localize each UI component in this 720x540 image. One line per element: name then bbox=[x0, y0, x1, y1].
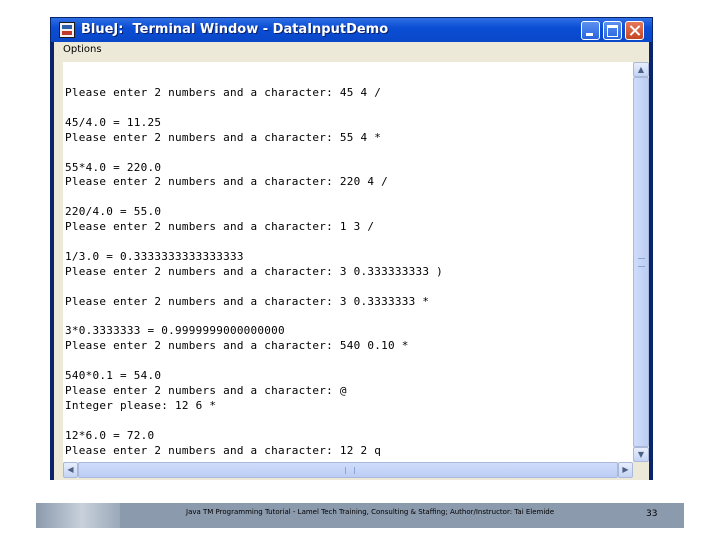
terminal-line: Please enter 2 numbers and a character: … bbox=[65, 339, 409, 353]
vertical-scrollbar[interactable]: ▲ ▼ bbox=[633, 62, 649, 462]
scroll-up-button[interactable]: ▲ bbox=[633, 62, 649, 77]
terminal-line: Please enter 2 numbers and a character: … bbox=[65, 86, 382, 99]
terminal-line: 1/3.0 = 0.3333333333333333 bbox=[65, 249, 244, 263]
window-title: BlueJ: Terminal Window - DataInputDemo bbox=[81, 22, 389, 37]
terminal-line: Please enter 2 numbers and a character: … bbox=[65, 384, 347, 397]
terminal-line: Please enter 2 numbers and a character: … bbox=[65, 130, 382, 144]
vertical-scroll-thumb[interactable] bbox=[633, 77, 649, 447]
menu-options[interactable]: Options bbox=[63, 44, 102, 55]
terminal-line: Please enter 2 numbers and a character: … bbox=[65, 443, 382, 457]
maximize-button[interactable] bbox=[603, 21, 622, 40]
horizontal-scrollbar[interactable]: ◀ ▶ bbox=[63, 462, 633, 478]
terminal-line: 3*0.3333333 = 0.9999999000000000 bbox=[65, 324, 285, 338]
menu-bar: Options bbox=[54, 42, 649, 60]
terminal-line: 540*0.1 = 54.0 bbox=[65, 369, 162, 383]
terminal-line: 45/4.0 = 11.25 bbox=[65, 115, 162, 129]
terminal-line: 55*4.0 = 220.0 bbox=[65, 160, 162, 174]
horizontal-scroll-thumb[interactable] bbox=[78, 462, 618, 478]
terminal-line: Please enter 2 numbers and a character: … bbox=[65, 264, 443, 278]
terminal-window: BlueJ: Terminal Window - DataInputDemo O… bbox=[50, 17, 653, 480]
scroll-down-button[interactable]: ▼ bbox=[633, 447, 649, 462]
terminal-line: 12*6.0 = 72.0 bbox=[65, 428, 155, 442]
terminal-output[interactable]: Please enter 2 numbers and a character: … bbox=[63, 62, 633, 462]
terminal-line: 220/4.0 = 55.0 bbox=[65, 205, 162, 219]
scroll-right-button[interactable]: ▶ bbox=[618, 462, 633, 478]
close-button[interactable] bbox=[625, 21, 644, 40]
scroll-left-button[interactable]: ◀ bbox=[63, 462, 78, 478]
footer-decoration bbox=[36, 503, 120, 528]
title-bar[interactable]: BlueJ: Terminal Window - DataInputDemo bbox=[51, 18, 652, 42]
terminal-line: Please enter 2 numbers and a character: … bbox=[65, 175, 389, 189]
slide-footer: Java TM Programming Tutorial - Lamel Tec… bbox=[36, 503, 684, 528]
bluej-app-icon bbox=[59, 22, 75, 38]
terminal-line: Please enter 2 numbers and a character: … bbox=[65, 220, 375, 234]
slide-number: 33 bbox=[646, 509, 658, 519]
terminal-client: Please enter 2 numbers and a character: … bbox=[54, 60, 649, 480]
terminal-line: Integer please: 12 6 * bbox=[65, 398, 217, 412]
footer-text: Java TM Programming Tutorial - Lamel Tec… bbox=[186, 508, 555, 516]
minimize-button[interactable] bbox=[581, 21, 600, 40]
terminal-line: Please enter 2 numbers and a character: … bbox=[65, 294, 430, 308]
